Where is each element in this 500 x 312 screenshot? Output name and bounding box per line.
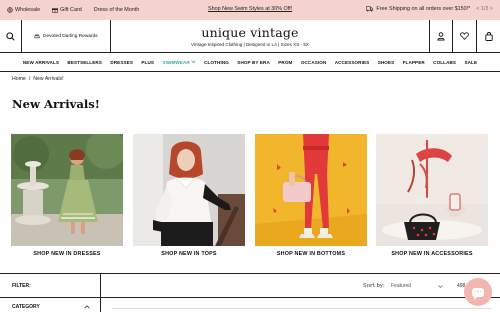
nav-swimwear[interactable]: SWIMWEAR [158,60,200,65]
chevron-up-icon[interactable] [84,305,90,309]
search-icon [6,31,15,41]
category-divider [100,298,101,312]
wholesale-link[interactable]: Wholesale [7,7,40,13]
chat-icon [472,287,484,300]
nav-prom[interactable]: PROM [274,60,297,65]
rewards-label: Devoted Darling Rewards [43,33,98,39]
logo[interactable]: unique vintage Vintage Inspired Clothing… [111,20,389,52]
bottoms-tile[interactable] [255,134,367,246]
tile-label-accessories[interactable]: SHOP NEW IN ACCESSORIES [376,251,488,257]
dress-of-month-label: Dress of the Month [93,7,140,13]
tile-label-bottoms[interactable]: SHOP NEW IN BOTTOMS [255,251,367,257]
nav-sale[interactable]: SALE [460,60,481,65]
site-header: Devoted Darling Rewards unique vintage V… [0,20,500,53]
nav-accessories[interactable]: ACCESSORIES [331,60,374,65]
nav-flapper[interactable]: FLAPPER [398,60,429,65]
swim-sale-link[interactable]: Shop New Swim Styles at 30% Off! [208,6,292,12]
sort-select[interactable]: Featured [389,281,443,291]
chevron-down-icon [438,284,443,288]
logo-text: unique vintage [201,24,299,40]
breadcrumb-separator: / [28,76,31,82]
wholesale-label: Wholesale [15,7,41,13]
dress-of-month-link[interactable]: Dress of the Month [94,7,140,13]
breadcrumb-home[interactable]: Home [12,76,26,82]
tile-label-tops[interactable]: SHOP NEW IN TOPS [133,251,245,257]
search-button[interactable] [0,20,22,52]
product-grid-top [112,308,492,312]
page-title: New Arrivals! [12,97,100,111]
sort-value: Featured [391,283,412,289]
dress-photo [11,134,123,246]
accessories-tile[interactable] [376,134,488,246]
tops-tile[interactable] [133,134,245,246]
filter-divider [100,274,101,298]
gift-card-label: Gift Card [60,7,82,13]
nav-swimwear-label: SWIMWEAR [162,59,190,65]
shipping-promo: Free Shipping on all orders over $150!* … [366,6,493,12]
wishlist-button[interactable] [452,20,475,52]
blouse-photo [133,134,245,246]
nav-collabs[interactable]: COLLABS [429,60,460,65]
nav-shoes[interactable]: SHOES [374,60,399,65]
sort-label: Sort by: [363,283,385,289]
main-nav: NEW ARRIVALS BESTSELLERS DRESSES PLUS SW… [0,53,500,72]
shipping-label: Free Shipping on all orders over $150!* [376,6,471,12]
gift-icon [52,8,59,13]
pants-photo [255,134,367,246]
nav-bestsellers[interactable]: BESTSELLERS [63,60,106,65]
user-icon [437,31,445,41]
category-filter-label[interactable]: CATEGORY [12,304,40,310]
gift-card-link[interactable]: Gift Card [52,7,82,13]
promo-pager[interactable]: < 1/3 > [476,6,493,12]
chat-button[interactable] [464,278,492,306]
nav-occasion[interactable]: OCCASION [297,60,331,65]
nav-plus[interactable]: PLUS [137,60,158,65]
tagline: Vintage Inspired Clothing | Designed in … [191,41,309,47]
cart-button[interactable] [476,20,500,52]
swim-icon [191,59,196,63]
nav-new-arrivals[interactable]: NEW ARRIVALS [19,60,64,65]
breadcrumb: Home / New Arrivals! [12,76,64,82]
filter-label: FILTER: [12,283,31,289]
truck-icon [366,6,374,12]
accessories-photo [376,134,488,246]
nav-clothing[interactable]: CLOTHING [200,60,233,65]
account-button[interactable] [429,20,452,52]
nav-shop-by-era[interactable]: SHOP BY ERA [233,60,274,65]
globe-icon [7,7,13,13]
heart-icon [459,32,469,40]
filter-bar: FILTER: Sort by: Featured 498 [0,273,500,298]
crown-icon [34,33,40,39]
rewards-link[interactable]: Devoted Darling Rewards [22,20,111,52]
dresses-tile[interactable] [11,134,123,246]
breadcrumb-current: New Arrivals! [33,76,64,82]
promo-bar: Wholesale Gift Card Dress of the Month S… [0,0,500,20]
tile-label-dresses[interactable]: SHOP NEW IN DRESSES [11,251,123,257]
bag-icon [484,31,493,41]
nav-dresses[interactable]: DRESSES [106,60,137,65]
